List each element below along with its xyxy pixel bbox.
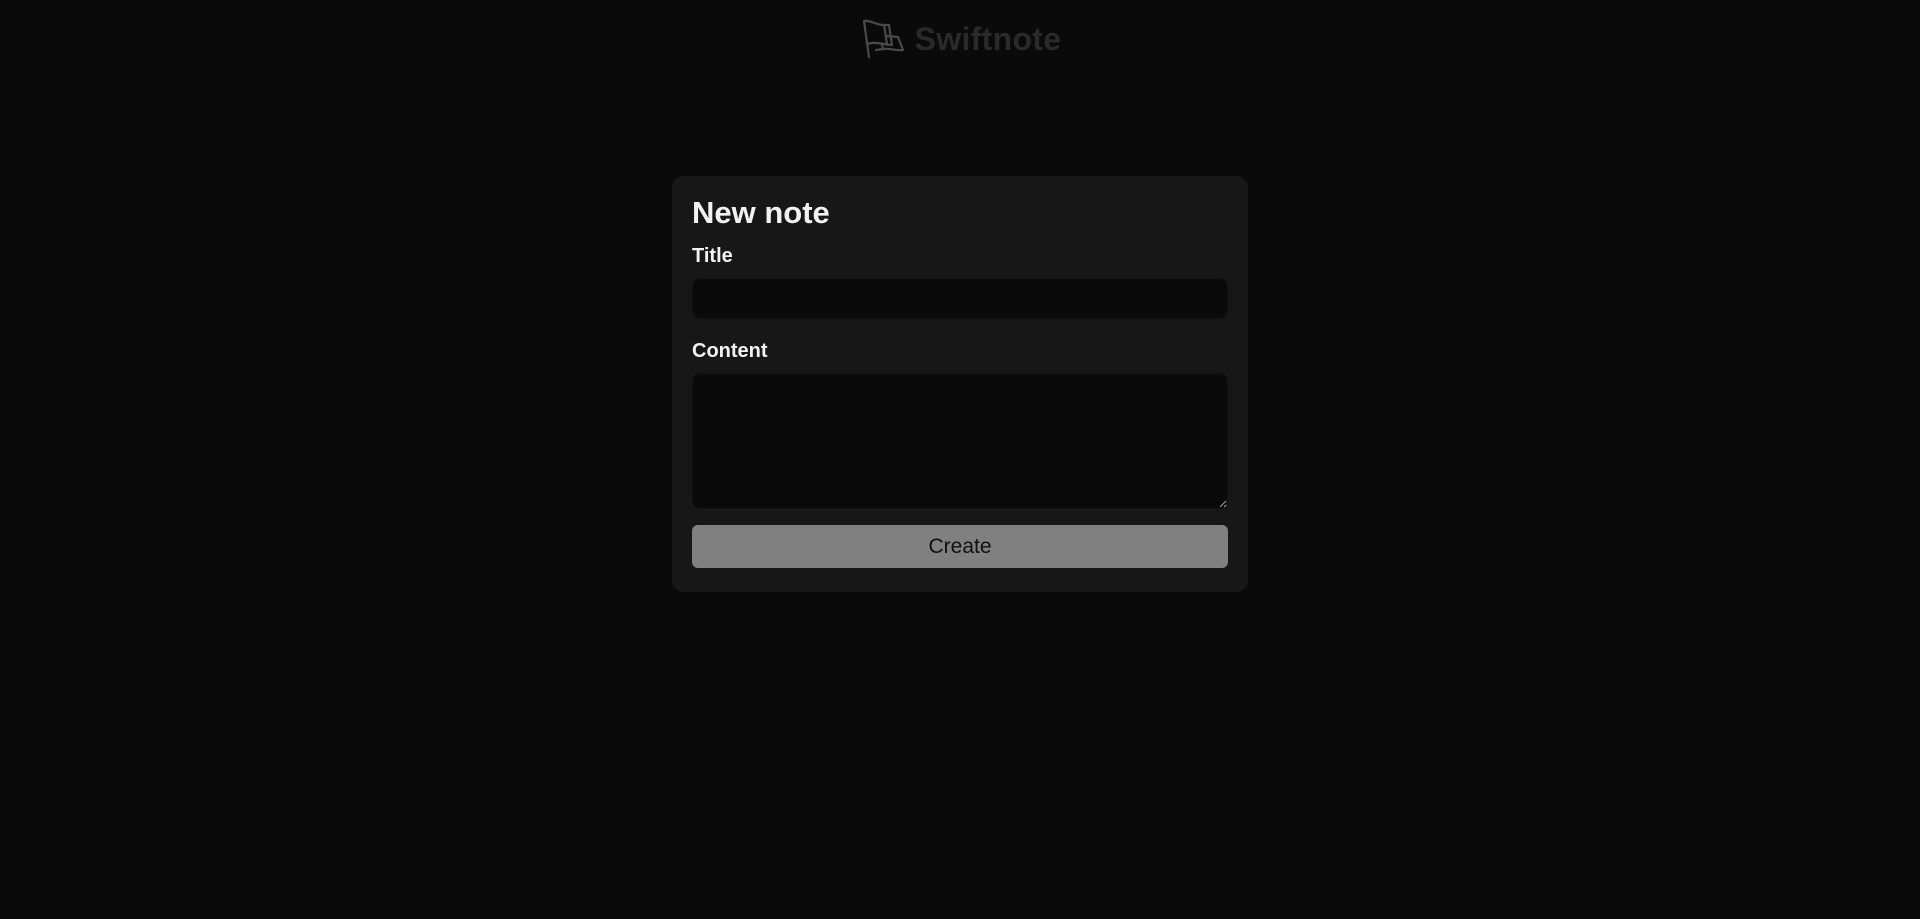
brand-name: Swiftnote bbox=[914, 20, 1062, 57]
title-label: Title bbox=[692, 245, 733, 267]
new-note-form: New note Title Content Create bbox=[672, 176, 1248, 592]
content-textarea[interactable] bbox=[692, 373, 1228, 509]
brand-link[interactable]: Swiftnote bbox=[859, 18, 1062, 60]
title-input[interactable] bbox=[692, 278, 1228, 319]
content-label: Content bbox=[692, 340, 768, 362]
flag-icon bbox=[862, 19, 904, 59]
form-heading: New note bbox=[692, 195, 830, 230]
create-button[interactable]: Create bbox=[692, 525, 1228, 568]
app-header: Swiftnote bbox=[0, 18, 1920, 60]
